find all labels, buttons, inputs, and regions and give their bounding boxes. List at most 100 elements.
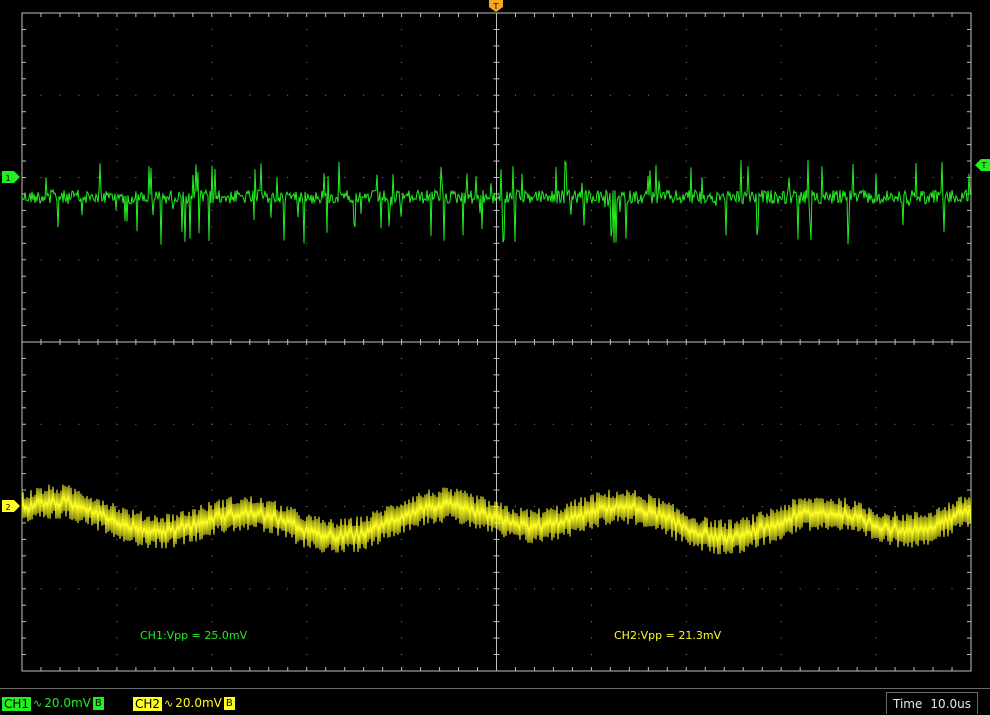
grid-dot — [40, 423, 42, 425]
grid-dot — [875, 571, 877, 573]
grid-dot — [401, 61, 403, 63]
grid-dot — [306, 621, 308, 623]
grid-dot — [590, 160, 592, 162]
grid-dot — [116, 160, 118, 162]
grid-dot — [875, 489, 877, 491]
timebase-status[interactable]: Time 10.0us — [886, 692, 978, 714]
grid-dot — [306, 407, 308, 409]
grid-dot — [458, 423, 460, 425]
ch2-status[interactable]: CH2 ∿ 20.0mV B — [133, 696, 235, 711]
grid-dot — [211, 456, 213, 458]
grid-dot — [609, 94, 611, 96]
ch2-tag[interactable]: CH2 — [133, 696, 163, 711]
grid-dot — [477, 259, 479, 261]
grid-dot — [211, 407, 213, 409]
grid-dot — [382, 259, 384, 261]
grid-dot — [401, 111, 403, 113]
grid-dot — [325, 423, 327, 425]
grid-dot — [116, 604, 118, 606]
grid-dot — [363, 588, 365, 590]
grid-dot — [306, 538, 308, 540]
grid-dot — [742, 588, 744, 590]
grid-dot — [401, 45, 403, 47]
trigger-position-marker[interactable]: T — [489, 0, 503, 12]
grid-dot — [856, 259, 858, 261]
grid-dot — [97, 588, 99, 590]
grid-dot — [325, 588, 327, 590]
grid-dot — [742, 94, 744, 96]
grid-dot — [685, 308, 687, 310]
grid-dot — [780, 209, 782, 211]
grid-dot — [685, 160, 687, 162]
grid-dot — [135, 177, 137, 178]
grid-dot — [780, 506, 782, 507]
grid-dot — [913, 259, 915, 261]
grid-dot — [401, 144, 403, 146]
ch2-scale: 20.0mV — [175, 696, 222, 710]
trigger-level-marker[interactable]: T — [975, 159, 990, 171]
grid-dot — [59, 177, 61, 178]
grid-dot — [230, 177, 232, 178]
grid-dot — [875, 538, 877, 540]
grid-dot — [306, 259, 308, 261]
grid-dot — [666, 588, 668, 590]
grid-dot — [875, 440, 877, 442]
grid-dot — [609, 177, 611, 178]
grid-dot — [211, 473, 213, 475]
grid-dot — [685, 390, 687, 392]
grid-dot — [780, 177, 782, 178]
grid-dot — [837, 588, 839, 590]
grid-dot — [742, 177, 744, 178]
grid-dot — [439, 94, 441, 96]
grid-dot — [628, 177, 630, 178]
ch1-ground-marker[interactable]: 1 — [2, 171, 20, 183]
grid-dot — [401, 604, 403, 606]
grid-dot — [401, 588, 403, 590]
grid-dot — [875, 308, 877, 310]
grid-dot — [875, 423, 877, 425]
grid-dot — [306, 61, 308, 63]
grid-dot — [533, 259, 535, 261]
grid-dot — [514, 506, 516, 507]
grid-dot — [780, 423, 782, 425]
grid-dot — [116, 407, 118, 409]
grid-dot — [875, 160, 877, 162]
grid-dot — [211, 160, 213, 162]
grid-dot — [590, 325, 592, 327]
grid-dot — [780, 259, 782, 261]
ch2-ground-marker[interactable]: 2 — [2, 500, 20, 512]
grid-dot — [116, 456, 118, 458]
grid-dot — [382, 423, 384, 425]
grid-dot — [704, 506, 706, 507]
grid-dot — [685, 226, 687, 228]
grid-dot — [306, 308, 308, 310]
grid-dot — [211, 111, 213, 113]
grid-dot — [154, 588, 156, 590]
grid-dot — [951, 588, 953, 590]
grid-dot — [401, 538, 403, 540]
grid-dot — [932, 94, 934, 96]
grid-dot — [932, 259, 934, 261]
grid-dot — [875, 621, 877, 623]
grid-dot — [306, 94, 308, 96]
ch1-status[interactable]: CH1 ∿ 20.0mV B — [2, 696, 104, 711]
grid-dot — [875, 506, 877, 507]
grid-dot — [306, 390, 308, 392]
grid-dot — [211, 621, 213, 623]
grid-dot — [875, 357, 877, 359]
grid-dot — [780, 242, 782, 244]
grid-dot — [363, 259, 365, 261]
grid-dot — [116, 440, 118, 442]
grid-dot — [875, 242, 877, 244]
grid-dot — [306, 325, 308, 327]
grid-dot — [571, 423, 573, 425]
grid-dot — [116, 61, 118, 63]
grid-dot — [420, 94, 422, 96]
grid-dot — [723, 259, 725, 261]
grid-dot — [590, 390, 592, 392]
grid-dot — [590, 78, 592, 80]
grid-dot — [173, 94, 175, 96]
grid-dot — [780, 637, 782, 639]
ch1-tag[interactable]: CH1 — [2, 696, 32, 711]
grid-dot — [306, 127, 308, 129]
